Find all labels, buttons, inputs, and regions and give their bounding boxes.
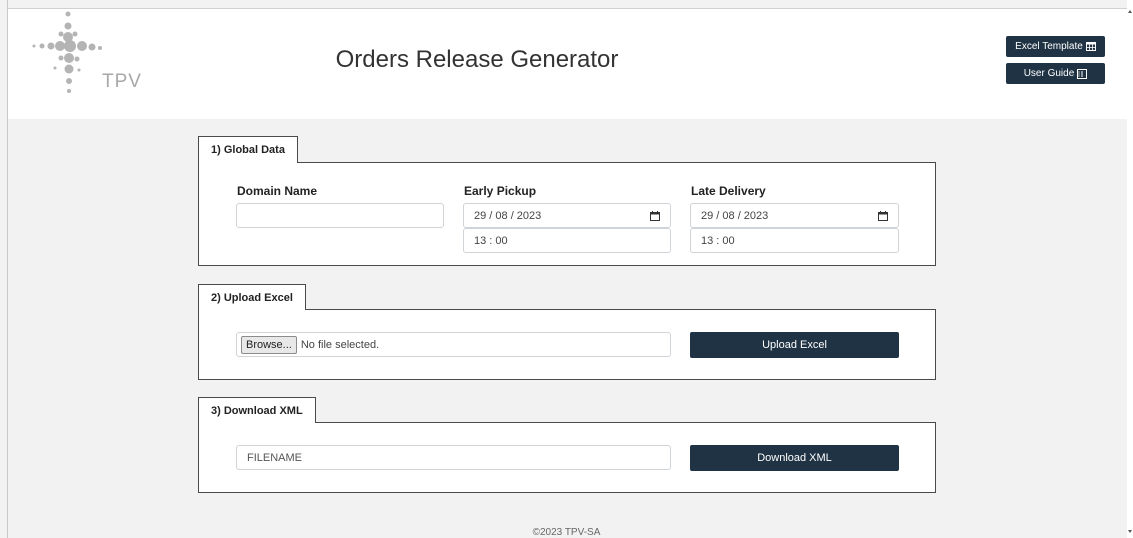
- page-header: TPV Orders Release Generator Excel Templ…: [8, 9, 1127, 119]
- book-icon: [1077, 68, 1088, 79]
- filename-field[interactable]: [236, 445, 671, 470]
- calendar-icon[interactable]: [878, 211, 888, 221]
- footer-copyright: ©2023 TPV-SA: [532, 527, 601, 538]
- late-delivery-time-field[interactable]: 13 : 00: [690, 228, 899, 253]
- early-pickup-date-value: 29 / 08 / 2023: [474, 209, 542, 222]
- logo-text: TPV: [102, 71, 142, 92]
- tab-download-xml-label: 3) Download XML: [211, 404, 303, 417]
- tab-download-xml: 3) Download XML: [198, 397, 316, 423]
- calendar-icon[interactable]: [650, 211, 660, 221]
- download-xml-button[interactable]: Download XML: [690, 445, 899, 471]
- early-pickup-time-value: 13 : 00: [474, 234, 508, 247]
- table-icon: [1085, 42, 1096, 51]
- scrollbar-track[interactable]: [1127, 0, 1133, 538]
- scroll-up-arrow-icon[interactable]: [1128, 10, 1132, 13]
- file-input-field[interactable]: Browse... No file selected.: [236, 332, 671, 357]
- late-delivery-label: Late Delivery: [691, 184, 766, 198]
- upload-excel-button[interactable]: Upload Excel: [690, 332, 899, 358]
- late-delivery-date-field[interactable]: 29 / 08 / 2023: [690, 203, 899, 228]
- user-guide-label: User Guide: [1023, 68, 1075, 79]
- early-pickup-label: Early Pickup: [464, 184, 537, 198]
- excel-template-button[interactable]: Excel Template: [1006, 36, 1105, 57]
- browse-button[interactable]: Browse...: [241, 335, 297, 354]
- page-title: Orders Release Generator: [335, 46, 619, 73]
- excel-template-label: Excel Template: [1015, 41, 1083, 52]
- domain-name-input[interactable]: [247, 204, 443, 227]
- tab-global-data-label: 1) Global Data: [211, 144, 285, 156]
- domain-name-label: Domain Name: [237, 184, 318, 198]
- user-guide-button[interactable]: User Guide: [1006, 63, 1105, 84]
- filename-input[interactable]: [247, 446, 670, 469]
- tab-global-data: 1) Global Data: [198, 136, 298, 163]
- early-pickup-time-field[interactable]: 13 : 00: [463, 228, 671, 253]
- tab-upload-excel-label: 2) Upload Excel: [211, 291, 293, 304]
- domain-name-field[interactable]: [236, 203, 444, 228]
- late-delivery-date-value: 29 / 08 / 2023: [701, 209, 769, 222]
- early-pickup-date-field[interactable]: 29 / 08 / 2023: [463, 203, 671, 228]
- file-status-text: No file selected.: [300, 338, 380, 351]
- late-delivery-time-value: 13 : 00: [701, 234, 735, 247]
- tab-upload-excel: 2) Upload Excel: [198, 284, 306, 310]
